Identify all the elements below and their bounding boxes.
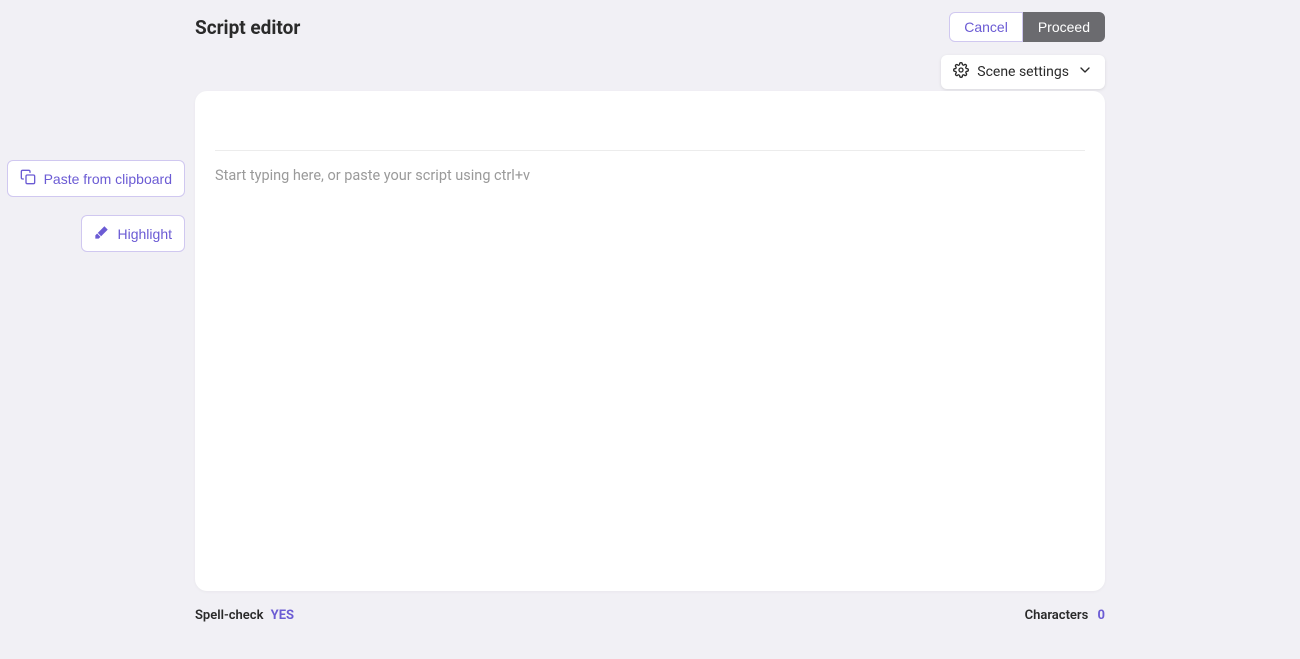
header: Script editor Cancel Proceed <box>195 12 1105 42</box>
scene-settings-label: Scene settings <box>977 64 1069 80</box>
gear-icon <box>953 62 969 82</box>
footer: Spell-check YES Characters 0 <box>195 608 1105 623</box>
spellcheck-status[interactable]: Spell-check YES <box>195 608 294 623</box>
left-action-panel: Paste from clipboard Highlight <box>0 0 195 659</box>
highlight-label: Highlight <box>118 226 172 242</box>
cancel-button[interactable]: Cancel <box>949 12 1023 42</box>
paste-from-clipboard-button[interactable]: Paste from clipboard <box>7 160 185 197</box>
editor-panel: Start typing here, or paste your script … <box>195 91 1105 591</box>
paste-label: Paste from clipboard <box>44 171 172 187</box>
characters-status: Characters 0 <box>1025 608 1105 623</box>
header-actions: Cancel Proceed <box>949 12 1105 42</box>
highlight-button[interactable]: Highlight <box>81 215 185 252</box>
characters-value: 0 <box>1098 608 1105 623</box>
spellcheck-label: Spell-check <box>195 608 263 623</box>
proceed-button[interactable]: Proceed <box>1023 12 1105 42</box>
title-input-area[interactable] <box>215 111 1085 151</box>
scene-settings-dropdown[interactable]: Scene settings <box>941 55 1105 89</box>
page-title: Script editor <box>195 16 300 39</box>
script-textarea[interactable]: Start typing here, or paste your script … <box>215 165 1085 565</box>
characters-label: Characters <box>1025 608 1089 623</box>
chevron-down-icon <box>1077 62 1093 82</box>
highlighter-icon <box>94 224 110 243</box>
spellcheck-value: YES <box>271 608 294 623</box>
clipboard-icon <box>20 169 36 188</box>
